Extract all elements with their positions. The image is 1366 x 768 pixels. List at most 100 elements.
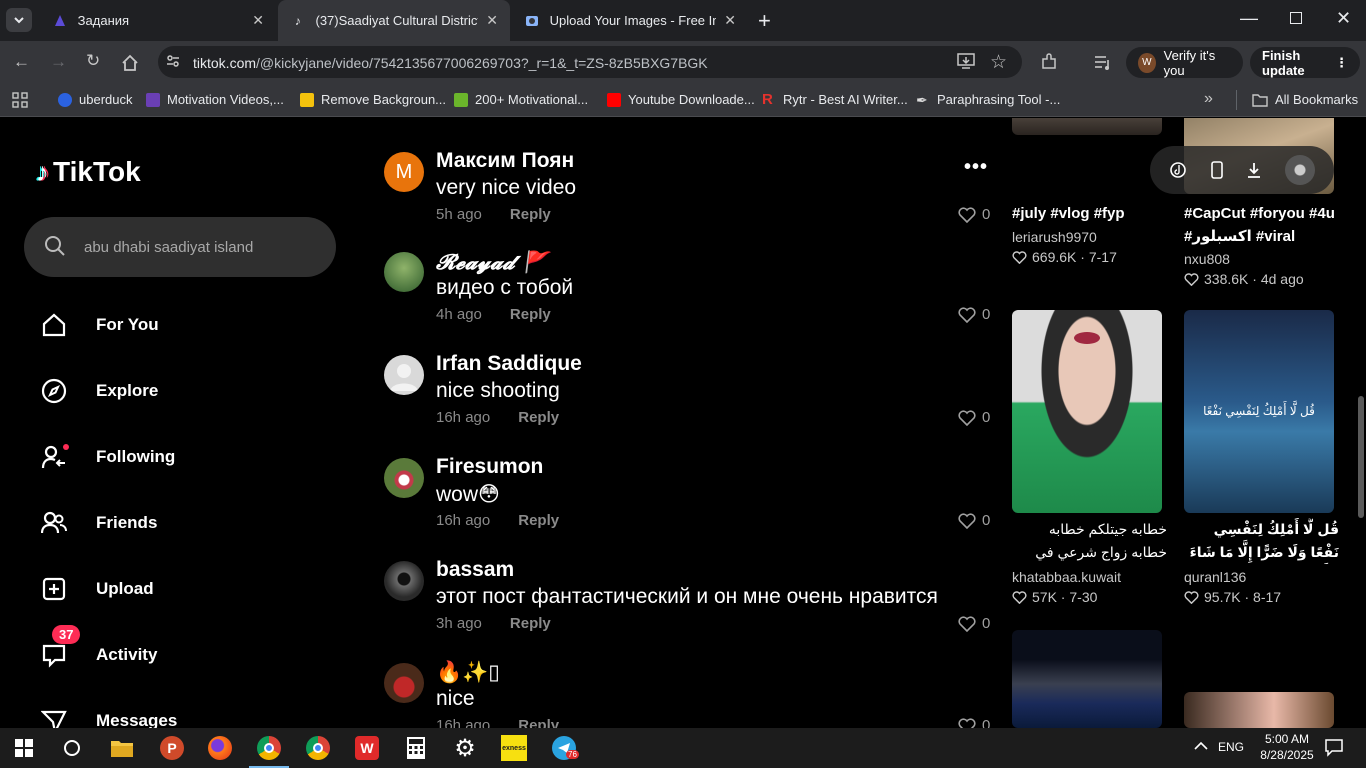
- comment-author[interactable]: Irfan Saddique: [436, 352, 582, 376]
- page-scrollbar[interactable]: [1358, 396, 1364, 518]
- avatar[interactable]: [384, 663, 424, 703]
- video-thumbnail[interactable]: [1012, 630, 1162, 728]
- tiktok-logo[interactable]: ♪ TikTok: [36, 156, 141, 188]
- nav-messages[interactable]: Messages: [40, 701, 177, 728]
- reload-icon[interactable]: ↻: [86, 51, 100, 71]
- phone-icon[interactable]: [1210, 161, 1224, 179]
- minimize-button[interactable]: —: [1240, 8, 1258, 29]
- reply-button[interactable]: Reply: [518, 512, 559, 529]
- nav-explore[interactable]: Explore: [40, 371, 158, 411]
- like-button[interactable]: 0: [958, 206, 990, 223]
- close-icon[interactable]: ✕: [486, 12, 498, 29]
- comment-author[interactable]: bassam: [436, 558, 514, 582]
- bookmark-motivation-videos[interactable]: Motivation Videos,...: [146, 92, 284, 107]
- video-author[interactable]: leriarush9970: [1012, 229, 1097, 245]
- search-input[interactable]: [84, 234, 314, 260]
- notifications-button[interactable]: [1324, 737, 1344, 762]
- video-thumbnail[interactable]: قُل لَّا أَمْلِكُ لِنَفْسِي نَفْعًا: [1184, 310, 1334, 513]
- extensions-icon[interactable]: [1040, 53, 1058, 76]
- finish-update-button[interactable]: Finish update ⋮: [1250, 47, 1360, 78]
- taskbar-telegram[interactable]: 76: [540, 728, 588, 768]
- show-hidden-icons[interactable]: [1194, 738, 1208, 756]
- nav-activity[interactable]: 37 Activity: [40, 625, 157, 675]
- video-thumbnail[interactable]: [1012, 310, 1162, 513]
- download-icon[interactable]: [1246, 161, 1262, 179]
- reply-button[interactable]: Reply: [510, 615, 551, 632]
- taskbar-chrome[interactable]: [294, 728, 342, 768]
- avatar[interactable]: [384, 458, 424, 498]
- taskbar-chrome-active[interactable]: [245, 728, 293, 768]
- reply-button[interactable]: Reply: [510, 206, 551, 223]
- video-caption[interactable]: قُل لَّا أَمْلِكُ لِنَفْسِي نَفْعًا وَلَ…: [1184, 518, 1339, 564]
- back-icon[interactable]: ←: [13, 52, 30, 72]
- bookmark-remove-background[interactable]: Remove Backgroun...: [300, 92, 446, 107]
- video-thumbnail[interactable]: [1184, 692, 1334, 728]
- media-controls-icon[interactable]: [1094, 54, 1112, 75]
- nav-upload[interactable]: Upload: [40, 569, 154, 609]
- taskbar-calculator[interactable]: [392, 728, 440, 768]
- bookmark-youtube-downloader[interactable]: Youtube Downloade...: [607, 92, 755, 107]
- tiktok-mini-icon[interactable]: [1169, 161, 1187, 179]
- more-menu-icon[interactable]: ⋮: [1335, 55, 1348, 71]
- install-app-icon[interactable]: [957, 53, 975, 74]
- reply-button[interactable]: Reply: [518, 409, 559, 426]
- cortana-button[interactable]: [48, 728, 96, 768]
- taskbar-exness[interactable]: exness: [490, 728, 538, 768]
- tab-zadaniya[interactable]: Задания ✕: [40, 0, 276, 41]
- comment-author[interactable]: Максим Поян: [436, 149, 574, 173]
- windows-start-button[interactable]: [0, 728, 48, 768]
- like-button[interactable]: 0: [958, 615, 990, 632]
- close-icon[interactable]: ✕: [724, 12, 736, 29]
- profile-thumb-icon[interactable]: [1284, 155, 1315, 185]
- avatar[interactable]: [384, 252, 424, 292]
- comment-author[interactable]: 🔥✨▯: [436, 660, 500, 685]
- avatar[interactable]: M: [384, 152, 424, 192]
- comment-author[interactable]: 𝓡𝓮𝓪𝔂𝓪𝓭 🚩: [436, 249, 548, 275]
- language-indicator[interactable]: ENG: [1218, 740, 1244, 754]
- taskbar-file-explorer[interactable]: [98, 728, 146, 768]
- close-window-button[interactable]: ✕: [1336, 8, 1351, 29]
- new-tab-button[interactable]: +: [758, 8, 771, 34]
- bookmark-star-icon[interactable]: ☆: [990, 51, 1007, 74]
- like-button[interactable]: 0: [958, 512, 990, 529]
- system-clock[interactable]: 5:00 AM 8/28/2025: [1250, 731, 1324, 763]
- like-button[interactable]: 0: [958, 409, 990, 426]
- video-caption[interactable]: #CapCut #foryou #4u #اكسبلور #viral: [1184, 202, 1339, 248]
- like-button[interactable]: 0: [958, 306, 990, 323]
- all-bookmarks[interactable]: All Bookmarks: [1252, 92, 1358, 107]
- home-icon[interactable]: [121, 54, 139, 77]
- video-caption[interactable]: خطابه جيتلكم خطابه خطابه زواج شرعي في جد…: [1012, 518, 1167, 564]
- tab-upload-images[interactable]: Upload Your Images - Free Imag ✕: [512, 0, 748, 41]
- close-icon[interactable]: ✕: [252, 12, 264, 29]
- taskbar-settings[interactable]: ⚙: [441, 728, 489, 768]
- video-author[interactable]: khatabbaa.kuwait: [1012, 569, 1121, 585]
- bookmarks-overflow-icon[interactable]: »: [1204, 90, 1213, 108]
- video-caption[interactable]: #july #vlog #fyp: [1012, 202, 1167, 225]
- reply-button[interactable]: Reply: [510, 306, 551, 323]
- comment-author[interactable]: Firesumon: [436, 455, 543, 479]
- forward-icon[interactable]: →: [50, 52, 67, 72]
- video-author[interactable]: nxu808: [1184, 251, 1230, 267]
- video-thumbnail[interactable]: [1012, 118, 1162, 135]
- taskbar-wps-presentation[interactable]: P: [148, 728, 196, 768]
- nav-for-you[interactable]: For You: [40, 305, 159, 345]
- taskbar-wps-office[interactable]: W: [343, 728, 391, 768]
- apps-icon[interactable]: [12, 92, 28, 113]
- verify-profile-button[interactable]: W Verify it's you: [1126, 47, 1243, 78]
- tab-search-button[interactable]: [6, 8, 32, 32]
- nav-friends[interactable]: Friends: [40, 503, 157, 543]
- tab-tiktok[interactable]: ♪ (37)Saadiyat Cultural District ca ✕: [278, 0, 510, 41]
- reply-button[interactable]: Reply: [518, 717, 559, 728]
- more-options-icon[interactable]: •••: [964, 156, 988, 179]
- site-info-icon[interactable]: [165, 53, 181, 74]
- maximize-button[interactable]: [1290, 12, 1302, 24]
- bookmark-rytr[interactable]: R Rytr - Best AI Writer...: [762, 92, 908, 108]
- search-icon[interactable]: [44, 235, 66, 257]
- bookmark-motivational[interactable]: 200+ Motivational...: [454, 92, 588, 107]
- avatar[interactable]: [384, 355, 424, 395]
- bookmark-paraphrasing[interactable]: ✒ Paraphrasing Tool -...: [916, 92, 1060, 107]
- search-box[interactable]: [24, 217, 336, 277]
- taskbar-firefox[interactable]: [196, 728, 244, 768]
- nav-following[interactable]: Following: [40, 437, 175, 477]
- avatar[interactable]: [384, 561, 424, 601]
